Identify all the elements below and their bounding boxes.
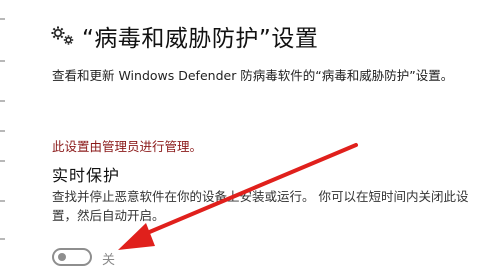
- sidebar-edge-mark: [0, 160, 5, 162]
- page-description: 查看和更新 Windows Defender 防病毒软件的“病毒和威胁防护”设置…: [52, 68, 454, 83]
- page-title: “病毒和威胁防护”设置: [82, 26, 319, 52]
- toggle-knob: [58, 253, 66, 261]
- sidebar-edge: [0, 0, 8, 276]
- sidebar-edge-mark: [0, 200, 5, 202]
- realtime-protection-description: 查找并停止恶意软件在你的设备上安装或运行。 你可以在短时间内关闭此设置，然后自动…: [52, 189, 469, 223]
- sidebar-edge-mark: [0, 60, 5, 62]
- toggle-state-label: 关: [102, 253, 116, 268]
- admin-managed-notice: 此设置由管理员进行管理。: [52, 139, 203, 154]
- gear-icon: [51, 26, 74, 45]
- sidebar-edge-mark: [0, 18, 5, 20]
- realtime-protection-toggle[interactable]: [52, 248, 92, 266]
- sidebar-edge-mark: [0, 130, 5, 132]
- sidebar-edge-mark: [0, 238, 5, 240]
- sidebar-edge-mark: [0, 100, 5, 102]
- settings-page: “病毒和威胁防护”设置 查看和更新 Windows Defender 防病毒软件…: [0, 0, 500, 276]
- realtime-protection-heading: 实时保护: [52, 166, 121, 185]
